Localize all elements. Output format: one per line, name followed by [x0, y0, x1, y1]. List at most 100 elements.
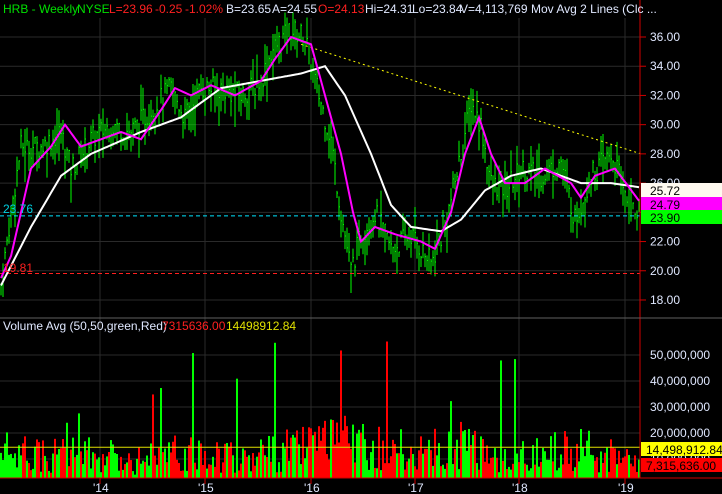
- volume-bar: [360, 432, 362, 478]
- volume-bar: [564, 431, 566, 478]
- volume-bar: [600, 451, 602, 478]
- volume-bar: [382, 440, 384, 478]
- volume-bar: [576, 443, 578, 478]
- volume-bar: [250, 471, 252, 478]
- volume-bar: [430, 450, 432, 478]
- volume-bar: [76, 454, 78, 478]
- volume-bar: [554, 432, 556, 478]
- volume-bar: [308, 427, 310, 478]
- volume-bar: [236, 378, 238, 478]
- x-tick-label: '16: [304, 481, 320, 494]
- volume-bar: [94, 453, 96, 478]
- volume-bar: [262, 444, 264, 478]
- volume-bar: [500, 360, 502, 478]
- volume-bar: [330, 419, 332, 478]
- stock-chart[interactable]: '14 '15 '16 '17 '18 '19 36.00 34.00 32.00 30.00 28…: [0, 0, 722, 494]
- volume-bar: [524, 463, 526, 478]
- volume-bar: [556, 470, 558, 478]
- volume-study-label: Volume Avg (50,50,green,Red): [3, 319, 167, 333]
- volume-bar: [468, 428, 470, 478]
- volume-bar: [396, 453, 398, 478]
- volume-bar: [296, 430, 298, 478]
- x-tick-label: '14: [93, 481, 109, 494]
- volume-bar: [274, 342, 276, 478]
- volume-bar: [592, 455, 594, 478]
- volume-bar: [490, 457, 492, 478]
- volume-bar: [536, 438, 538, 478]
- volume-bar: [50, 472, 52, 478]
- volume-bar: [78, 413, 80, 478]
- volume-bar: [30, 470, 32, 478]
- volume-bar: [232, 455, 234, 478]
- volume-bar: [144, 461, 146, 478]
- volume-bar: [266, 457, 268, 478]
- volume-bar: [608, 471, 610, 478]
- volume-bar: [362, 423, 364, 478]
- volume-bar: [512, 463, 514, 478]
- y-tick-label: 34.00: [650, 59, 680, 73]
- volume-bar: [298, 444, 300, 478]
- volume-header: Volume Avg (50,50,green,Red) 7315636.00 …: [3, 319, 296, 333]
- volume-bar: [624, 456, 626, 478]
- volume-bar: [60, 448, 62, 478]
- volume-bar: [634, 455, 636, 478]
- volume-bar: [188, 445, 190, 478]
- volume-bar: [108, 452, 110, 478]
- slow-ma-value: 25.72: [650, 184, 680, 198]
- volume-bar: [448, 431, 450, 478]
- volume-bar: [374, 467, 376, 478]
- volume-bar: [272, 436, 274, 478]
- volume-bar: [166, 462, 168, 478]
- volume-bar: [510, 469, 512, 478]
- volume-bar: [348, 443, 350, 478]
- volume-bar: [450, 401, 452, 478]
- volume-bar: [356, 433, 358, 478]
- volume-bar: [616, 464, 618, 478]
- volume-bar: [562, 464, 564, 478]
- price-change-pct: -1.02%: [185, 2, 223, 16]
- volume-bar: [566, 436, 568, 478]
- fast-ma-value: 24.79: [650, 198, 680, 212]
- bid-price: B=23.65: [226, 2, 271, 16]
- low-label: 19.81: [3, 261, 33, 275]
- volume-bar: [210, 464, 212, 478]
- volume-bar: [6, 432, 8, 478]
- volume-bar: [480, 436, 482, 478]
- volume-bar: [208, 464, 210, 478]
- volume-bar: [306, 447, 308, 478]
- volume-bar: [440, 466, 442, 478]
- volume-bar: [242, 448, 244, 478]
- volume-bar: [452, 464, 454, 478]
- volume-bar: [192, 353, 194, 478]
- header-bar: HRB - Weekly NYSE L=23.96 -0.25 -1.02% B…: [3, 2, 657, 16]
- volume-bar: [424, 448, 426, 478]
- y-tick-label: 28.00: [650, 147, 680, 161]
- price-bars: [0, 12, 640, 298]
- volume-bar: [46, 461, 48, 478]
- volume-bar: [318, 426, 320, 478]
- volume-bar: [278, 462, 280, 478]
- symbol-label: HRB - Weekly: [3, 2, 78, 16]
- volume-bar: [392, 439, 394, 478]
- volume-bar: [58, 448, 60, 478]
- volume-bar: [48, 470, 50, 478]
- volume-bar: [516, 453, 518, 478]
- x-tick-label: '19: [618, 481, 634, 494]
- volume-bar: [326, 454, 328, 478]
- volume-bar: [334, 444, 336, 478]
- study-label[interactable]: Mov Avg 2 Lines (Clc ...: [531, 2, 657, 16]
- x-tick-label: '15: [198, 481, 214, 494]
- volume-bar: [16, 467, 18, 478]
- volume-bar: [548, 459, 550, 478]
- volume-bar: [218, 448, 220, 478]
- volume-bar: [244, 450, 246, 478]
- volume-bar: [416, 469, 418, 478]
- volume-bar: [66, 422, 68, 478]
- volume-bar: [194, 462, 196, 478]
- volume-bar: [462, 431, 464, 478]
- volume-bar: [190, 437, 192, 478]
- volume-bar: [354, 462, 356, 478]
- volume-bar: [364, 439, 366, 478]
- volume-bar: [366, 460, 368, 478]
- volume-bar: [154, 455, 156, 478]
